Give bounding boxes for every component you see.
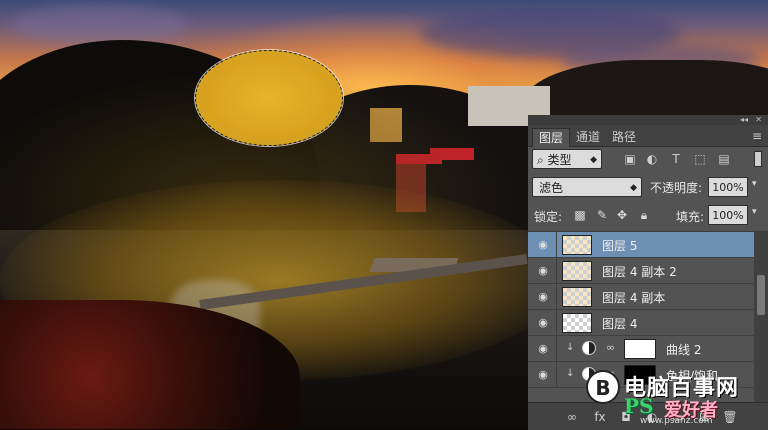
layer-name[interactable]: 图层 4 <box>602 315 637 332</box>
watermark: B 电脑百事网 PS 爱好者 www.psahz.com <box>580 366 768 429</box>
smart-object-filter-icon[interactable]: ▤ <box>716 151 732 167</box>
scrollbar-thumb[interactable] <box>757 275 765 315</box>
eye-icon[interactable]: ◉ <box>536 238 550 252</box>
layer-name[interactable]: 图层 4 副本 <box>602 289 665 306</box>
layer-row[interactable]: ◉ 图层 4 副本 2 <box>528 258 754 284</box>
fill-input[interactable]: 100% <box>708 205 748 225</box>
eye-icon[interactable]: ◉ <box>536 342 550 356</box>
eye-icon[interactable]: ◉ <box>536 368 550 382</box>
lock-all-icon[interactable]: 🔒︎ <box>636 207 652 223</box>
divider <box>556 232 557 258</box>
chevron-updown-icon: ◆ <box>590 155 597 165</box>
tab-channels[interactable]: 通道 <box>570 128 606 146</box>
eye-icon[interactable]: ◉ <box>536 290 550 304</box>
eye-icon[interactable]: ◉ <box>536 316 550 330</box>
tab-paths[interactable]: 路径 <box>606 128 642 146</box>
divider <box>556 258 557 284</box>
image-filter-icon[interactable]: ▣ <box>622 151 638 167</box>
divider <box>556 336 557 362</box>
link-layers-icon[interactable]: ∞ <box>564 409 580 425</box>
clip-arrow-icon: ↓ <box>566 368 575 379</box>
shape-filter-icon[interactable]: ⬚ <box>692 151 708 167</box>
search-icon: ⌕ <box>537 153 548 167</box>
opacity-dropdown-icon[interactable]: ▾ <box>752 179 757 189</box>
layer-row[interactable]: ◉ ↓ ∞ 曲线 2 <box>528 336 754 362</box>
lock-position-icon[interactable]: ✥ <box>614 207 630 223</box>
lock-label: 锁定: <box>534 210 563 224</box>
opacity-label: 不透明度: <box>650 181 703 195</box>
fill-label: 填充: <box>676 210 705 224</box>
layer-row[interactable]: ◉ 图层 5 <box>528 232 754 258</box>
blend-mode-select[interactable]: 滤色 ◆ <box>532 177 642 197</box>
chain-link-icon[interactable]: ∞ <box>606 341 615 354</box>
layer-thumbnail <box>562 313 592 333</box>
layer-row[interactable]: ◉ 图层 4 副本 <box>528 284 754 310</box>
layer-name[interactable]: 图层 5 <box>602 237 637 254</box>
layer-filter-select[interactable]: ⌕ 类型 ◆ <box>532 149 602 169</box>
collapse-icon[interactable]: ◂◂ <box>740 115 748 125</box>
layer-thumbnail <box>562 261 592 281</box>
layer-name[interactable]: 图层 4 副本 2 <box>602 263 677 280</box>
layer-thumbnail <box>562 287 592 307</box>
divider <box>556 362 557 388</box>
adjustment-layer-icon <box>582 341 596 355</box>
type-filter-icon[interactable]: T <box>668 151 684 167</box>
filter-toggle[interactable] <box>754 151 762 167</box>
clip-arrow-icon: ↓ <box>566 342 575 353</box>
adjustment-filter-icon[interactable]: ◐ <box>644 151 660 167</box>
watermark-ps: PS <box>624 394 654 418</box>
close-icon[interactable]: ✕ <box>755 115 762 125</box>
tab-layers[interactable]: 图层 <box>532 128 571 147</box>
layer-mask-thumbnail[interactable] <box>624 339 656 359</box>
panel-titlebar: ◂◂ ✕ <box>528 115 768 125</box>
blend-mode-value: 滤色 <box>539 181 564 195</box>
filter-label: 类型 <box>547 153 572 167</box>
divider <box>556 284 557 310</box>
watermark-logo: B <box>586 370 620 404</box>
fill-dropdown-icon[interactable]: ▾ <box>752 207 757 217</box>
eye-icon[interactable]: ◉ <box>536 264 550 278</box>
layer-row[interactable]: ◉ 图层 4 <box>528 310 754 336</box>
panel-menu-icon[interactable]: ≡ <box>752 129 762 143</box>
watermark-url: www.psahz.com <box>640 416 713 426</box>
lock-transparent-icon[interactable]: ▩ <box>572 207 588 223</box>
opacity-input[interactable]: 100% <box>708 177 748 197</box>
panel-tabs: 图层 通道 路径 ≡ <box>528 125 768 147</box>
cloud <box>10 5 190 45</box>
divider <box>556 310 557 336</box>
lock-image-brush-icon[interactable]: ✎ <box>594 207 610 223</box>
chevron-updown-icon: ◆ <box>630 183 637 193</box>
elliptical-selection[interactable] <box>195 50 343 146</box>
layer-name[interactable]: 曲线 2 <box>666 341 701 358</box>
layer-thumbnail <box>562 235 592 255</box>
